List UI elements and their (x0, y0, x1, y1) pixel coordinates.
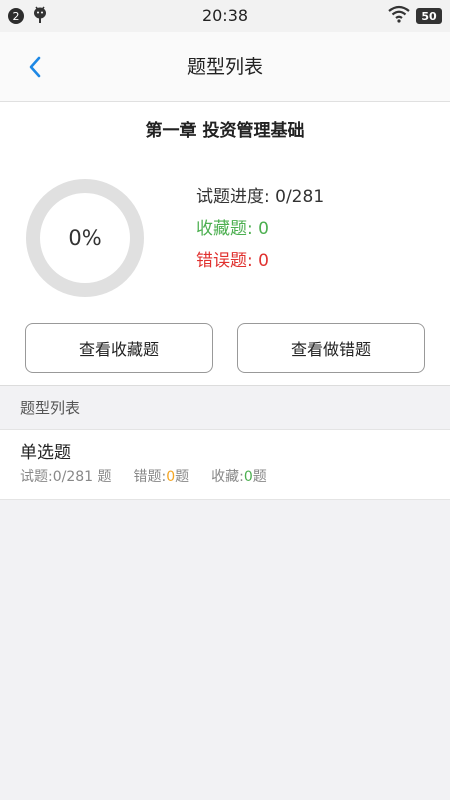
page-title: 题型列表 (186, 56, 263, 78)
question-type-meta: 试题:0/281 题错题:0题 收藏:0题 (20, 466, 289, 486)
navigation-bar: 题型列表 (0, 32, 450, 102)
list-item-single-choice[interactable]: 单选题 试题:0/281 题错题:0题 收藏:0题 (0, 430, 450, 500)
progress-stat: 试题进度: 0/281 (196, 186, 324, 218)
favorites-value: 0 (258, 219, 269, 239)
progress-ring: 0% (24, 177, 146, 299)
progress-percent: 0% (68, 226, 102, 250)
chapter-summary: 第一章 投资管理基础 0% 试题进度: 0/281 收藏题: 0 错误题: 0 … (0, 102, 450, 386)
progress-label: 试题进度: (196, 187, 276, 207)
questions-count: 试题:0/281 题 (20, 469, 112, 485)
view-favorites-button[interactable]: 查看收藏题 (25, 323, 213, 373)
wrong-count-suffix: 题 (175, 469, 190, 485)
section-header: 题型列表 (0, 387, 450, 430)
status-time: 20:38 (201, 6, 249, 25)
wrong-count-value: 0 (166, 469, 176, 485)
wrong-label: 错误题: (196, 251, 259, 271)
wrong-stat: 错误题: 0 (196, 250, 324, 282)
status-bar: 2 20:38 50 (0, 0, 450, 32)
favorites-count: 收藏:0题 (211, 469, 267, 485)
favorites-label: 收藏题: (196, 219, 259, 239)
wrong-count: 错题:0题 (134, 469, 190, 485)
wrong-count-label: 错题: (133, 469, 167, 485)
progress-value: 0/281 (275, 187, 325, 207)
question-type-title: 单选题 (20, 443, 71, 463)
chapter-title: 第一章 投资管理基础 (145, 121, 305, 141)
view-wrong-button[interactable]: 查看做错题 (237, 323, 425, 373)
favorites-count-suffix: 题 (252, 469, 267, 485)
chapter-stats: 试题进度: 0/281 收藏题: 0 错误题: 0 (196, 186, 324, 282)
wrong-value: 0 (258, 251, 269, 271)
favorites-stat: 收藏题: 0 (196, 218, 324, 250)
favorites-count-label: 收藏: (211, 469, 244, 485)
favorites-count-value: 0 (243, 469, 253, 485)
